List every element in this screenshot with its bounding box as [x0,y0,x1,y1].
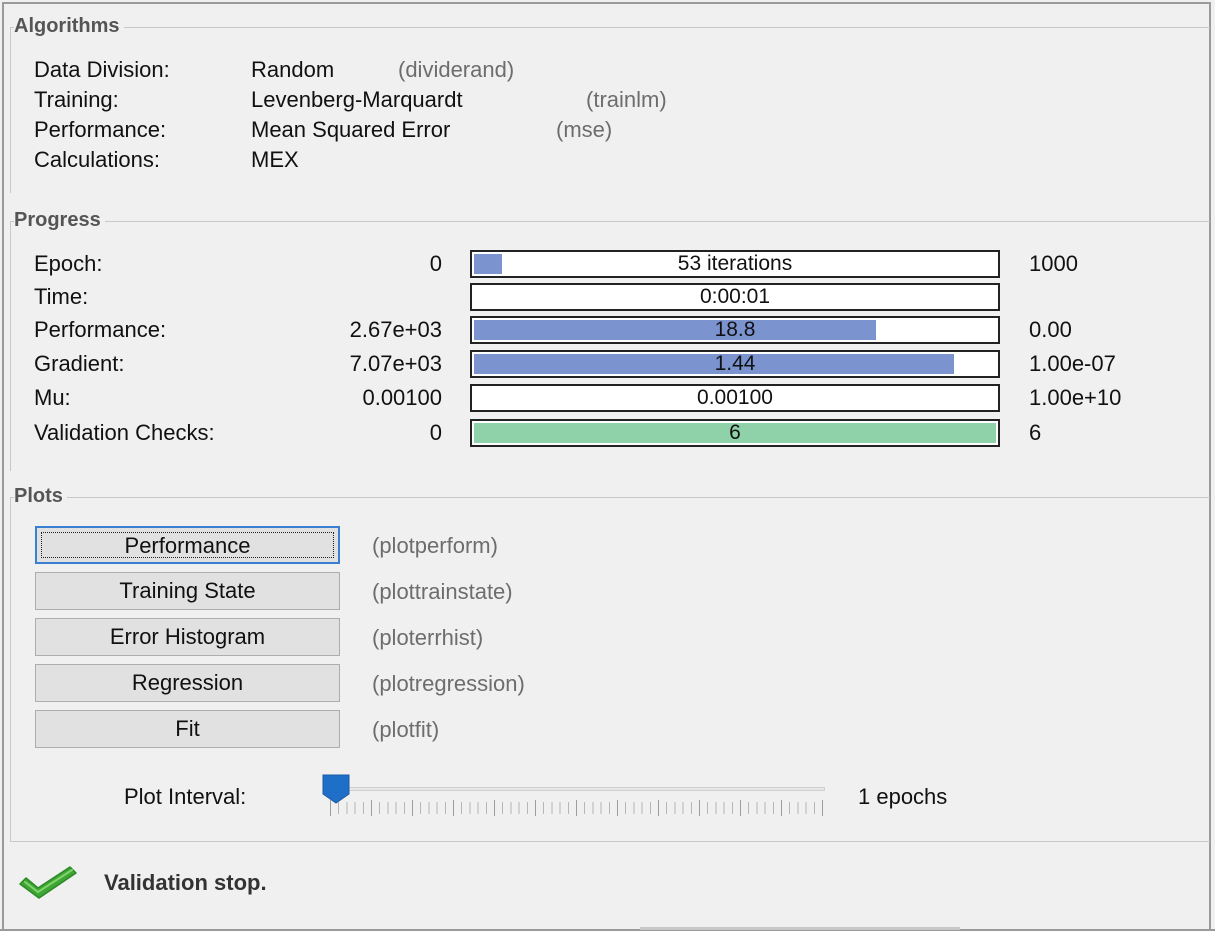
progress-bar-label-validation-checks: 6 [729,421,741,444]
training-state-plot-code: (plottrainstate) [372,579,513,604]
plots-title: Plots [14,485,67,507]
progress-bar-label-epoch: 53 iterations [677,252,793,275]
progress-bar-epoch: 53 iterations [470,250,1000,278]
progress-bar-label-performance: 18.8 [714,318,756,341]
progress-start-gradient: 7.07e+03 [349,351,442,376]
progress-label-performance: Performance: [34,317,167,342]
regression-plot-code: (plotregression) [372,671,525,696]
progress-start-epoch: 0 [429,251,442,276]
plot-interval-slider-major-ticks [330,800,827,816]
progress-start-mu: 0.00100 [362,385,442,410]
progress-start-performance: 2.67e+03 [349,317,442,342]
performance-plot-button[interactable]: Performance [35,526,340,564]
progress-bar-gradient: 1.44 [470,350,1000,378]
algo-label-calculations: Calculations: [34,147,160,172]
algo-value-calculations: MEX [251,147,299,172]
regression-plot-button[interactable]: Regression [35,664,340,702]
progress-bar-label-time: 0:00:01 [699,285,771,308]
progress-end-validation-checks: 6 [1029,420,1042,445]
error-histogram-plot-code: (ploterrhist) [372,625,484,650]
progress-bar-label-gradient: 1.44 [714,352,756,375]
status-text: Validation stop. [104,870,267,895]
plot-interval-value: 1 epochs [858,784,948,809]
algo-code-performance: (mse) [556,117,613,142]
progress-bar-label-mu: 0.00100 [697,386,773,409]
progress-label-gradient: Gradient: [34,351,125,376]
progress-start-validation-checks: 0 [429,420,442,445]
progress-end-epoch: 1000 [1029,251,1078,276]
check-icon [16,864,80,900]
progress-label-validation-checks: Validation Checks: [34,420,215,445]
status-separator [10,841,1210,842]
algo-value-training: Levenberg-Marquardt [251,87,463,112]
error-histogram-plot-button[interactable]: Error Histogram [35,618,340,656]
plot-interval-slider-thumb[interactable] [322,774,350,804]
progress-end-mu: 1.00e+10 [1029,385,1122,410]
progress-label-mu: Mu: [34,385,71,410]
algo-label-data-division: Data Division: [34,57,170,82]
performance-plot-code: (plotperform) [372,533,498,558]
regression-plot-button-label: Regression [131,670,244,695]
algo-value-data-division: Random [251,57,335,82]
performance-plot-button-label: Performance [124,533,251,558]
progress-label-epoch: Epoch: [34,251,103,276]
progress-bar-validation-checks: 6 [470,419,1000,447]
algo-value-performance: Mean Squared Error [251,117,451,142]
algo-label-performance: Performance: [34,117,167,142]
progress-bar-mu: 0.00100 [470,384,1000,412]
progress-bar-time: 0:00:01 [470,283,1000,311]
algorithms-title: Algorithms [14,15,124,37]
slider-thumb-shape [322,774,350,804]
training-state-plot-button[interactable]: Training State [35,572,340,610]
fit-plot-button-label: Fit [175,716,200,741]
progress-end-performance: 0.00 [1029,317,1072,342]
progress-end-gradient: 1.00e-07 [1029,351,1116,376]
algo-code-training: (trainlm) [586,87,667,112]
plot-interval-label: Plot Interval: [124,784,247,809]
progress-label-time: Time: [34,284,89,309]
training-state-plot-button-label: Training State [119,578,256,603]
plot-interval-slider-track[interactable] [330,787,825,791]
algo-label-training: Training: [34,87,119,112]
fit-plot-button[interactable]: Fit [35,710,340,748]
algo-code-data-division: (dividerand) [398,57,515,82]
fit-plot-code: (plotfit) [372,717,440,742]
error-histogram-plot-button-label: Error Histogram [109,624,266,649]
progress-title: Progress [14,209,105,231]
window-bottom-edge [0,927,1215,937]
horizontal-scrollbar-thumb[interactable] [640,927,960,930]
progress-bar-performance: 18.8 [470,316,1000,344]
